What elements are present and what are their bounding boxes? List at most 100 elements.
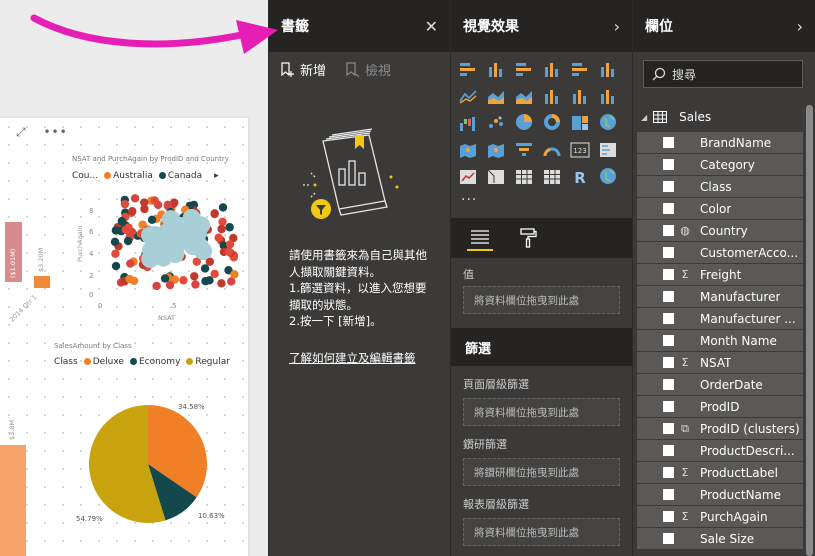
field-checkbox[interactable] — [663, 159, 674, 170]
scatter-point[interactable] — [175, 217, 194, 236]
field-checkbox[interactable] — [663, 423, 674, 434]
field-item[interactable]: BrandName — [637, 132, 803, 153]
learn-more-link[interactable]: 了解如何建立及編輯書籤 — [289, 350, 450, 366]
field-checkbox[interactable] — [663, 489, 674, 500]
scatter-point[interactable] — [152, 281, 161, 291]
field-item[interactable]: CustomerAcco... — [637, 242, 803, 263]
field-checkbox[interactable] — [663, 357, 674, 368]
add-bookmark-button[interactable]: 新增 — [279, 60, 326, 79]
scatter-point[interactable] — [150, 196, 159, 205]
field-item[interactable]: OrderDate — [637, 374, 803, 395]
scrollbar-thumb[interactable] — [806, 105, 813, 556]
expand-triangle-icon[interactable]: ◢ — [641, 113, 647, 122]
field-checkbox[interactable] — [663, 379, 674, 390]
focus-mode-icon[interactable]: ⤢ — [16, 125, 26, 139]
field-checkbox[interactable] — [663, 269, 674, 280]
funnel-icon[interactable] — [513, 138, 535, 158]
field-item[interactable]: ◍ Country — [637, 220, 803, 241]
scatter-point[interactable] — [218, 217, 227, 227]
field-checkbox[interactable] — [663, 247, 674, 258]
field-checkbox[interactable] — [663, 511, 674, 522]
field-item[interactable]: ProductDescri... — [637, 440, 803, 461]
scatter-point[interactable] — [225, 223, 234, 232]
field-checkbox[interactable] — [663, 467, 674, 478]
field-item[interactable]: ⧉ ProdID (clusters) — [637, 418, 803, 439]
scatter-point[interactable] — [120, 199, 130, 209]
scatter-point[interactable] — [117, 216, 127, 226]
donut-icon[interactable] — [541, 111, 563, 131]
legend-item-economy[interactable]: Economy — [129, 357, 180, 367]
r-visual-icon[interactable]: R — [569, 165, 591, 185]
field-item[interactable]: ProductName — [637, 484, 803, 505]
field-item[interactable]: Month Name — [637, 330, 803, 351]
scatter-point[interactable] — [214, 233, 223, 242]
scatter-point[interactable] — [210, 209, 219, 219]
stacked-area-icon[interactable] — [513, 84, 535, 104]
field-item[interactable]: Category — [637, 154, 803, 175]
field-checkbox[interactable] — [663, 335, 674, 346]
field-search-input[interactable]: 搜尋 — [643, 60, 803, 88]
more-visuals-icon[interactable]: ... — [451, 189, 632, 212]
line-chart-icon[interactable] — [457, 84, 479, 104]
line-column-icon[interactable] — [541, 84, 563, 104]
scatter-point[interactable] — [147, 215, 157, 225]
waterfall-icon[interactable] — [457, 111, 479, 131]
scatter-point[interactable] — [201, 277, 210, 286]
scatter-point[interactable] — [191, 280, 200, 289]
field-item[interactable]: Manufacturer ... — [637, 308, 803, 329]
scatter-point[interactable] — [217, 224, 226, 234]
scatter-point[interactable] — [218, 203, 228, 212]
scatter-point[interactable] — [160, 274, 170, 283]
field-item[interactable]: Σ NSAT — [637, 352, 803, 373]
scatter-plot[interactable] — [100, 190, 240, 300]
map-icon[interactable] — [597, 111, 619, 131]
field-item[interactable]: Σ ProductLabel — [637, 462, 803, 483]
format-tab[interactable] — [515, 225, 541, 251]
table-sales[interactable]: ◢ Sales — [633, 88, 815, 124]
scatter-point[interactable] — [190, 272, 199, 281]
report-filters-drop-zone[interactable]: 將資料欄位拖曳到此處 — [463, 518, 620, 546]
field-item[interactable]: ProdID — [637, 396, 803, 417]
clustered-bar-icon[interactable] — [513, 57, 535, 77]
field-checkbox[interactable] — [663, 225, 674, 236]
scatter-point[interactable] — [123, 236, 133, 246]
legend-next-icon[interactable]: ▸ — [214, 171, 219, 181]
collapse-pane-icon[interactable]: › — [797, 17, 803, 36]
legend-item-canada[interactable]: Canada — [158, 171, 202, 181]
field-item[interactable]: Σ PurchAgain — [637, 506, 803, 527]
scatter-point[interactable] — [130, 194, 140, 203]
field-item[interactable]: Class — [637, 176, 803, 197]
waterfall-bar[interactable] — [34, 276, 50, 288]
field-item[interactable]: Color — [637, 198, 803, 219]
field-item[interactable]: Σ Freight — [637, 264, 803, 285]
scatter-point[interactable] — [140, 204, 149, 214]
treemap-icon[interactable] — [569, 111, 591, 131]
fields-scrollbar[interactable] — [806, 105, 813, 556]
view-bookmark-button[interactable]: 檢視 — [344, 60, 391, 79]
report-canvas[interactable]: ⤢ ••• NSAT and PurchAgain by ProdID and … — [0, 0, 268, 556]
ribbon-icon[interactable] — [597, 84, 619, 104]
field-checkbox[interactable] — [663, 137, 674, 148]
values-drop-zone[interactable]: 將資料欄位拖曳到此處 — [463, 286, 620, 314]
scatter-point[interactable] — [129, 276, 139, 286]
field-checkbox[interactable] — [663, 291, 674, 302]
area-chart-icon[interactable] — [485, 84, 507, 104]
field-item[interactable]: Manufacturer — [637, 286, 803, 307]
partial-bar[interactable] — [0, 445, 26, 556]
collapse-pane-icon[interactable]: › — [614, 17, 620, 36]
scatter-point[interactable] — [224, 247, 234, 256]
scatter-point[interactable] — [163, 200, 173, 209]
scatter-point[interactable] — [128, 207, 137, 216]
field-checkbox[interactable] — [663, 401, 674, 412]
field-checkbox[interactable] — [663, 313, 674, 324]
close-icon[interactable]: ✕ — [425, 17, 438, 36]
slicer-icon[interactable] — [485, 165, 507, 185]
legend-item-regular[interactable]: Regular — [186, 357, 230, 367]
filled-map-icon[interactable] — [457, 138, 479, 158]
line-clustered-icon[interactable] — [569, 84, 591, 104]
100-column-icon[interactable] — [597, 57, 619, 77]
drillthrough-drop-zone[interactable]: 將鑽研欄位拖曳到此處 — [463, 458, 620, 486]
scatter-point[interactable] — [225, 240, 235, 249]
scatter-point[interactable] — [111, 249, 120, 258]
more-options-icon[interactable]: ••• — [43, 125, 67, 139]
